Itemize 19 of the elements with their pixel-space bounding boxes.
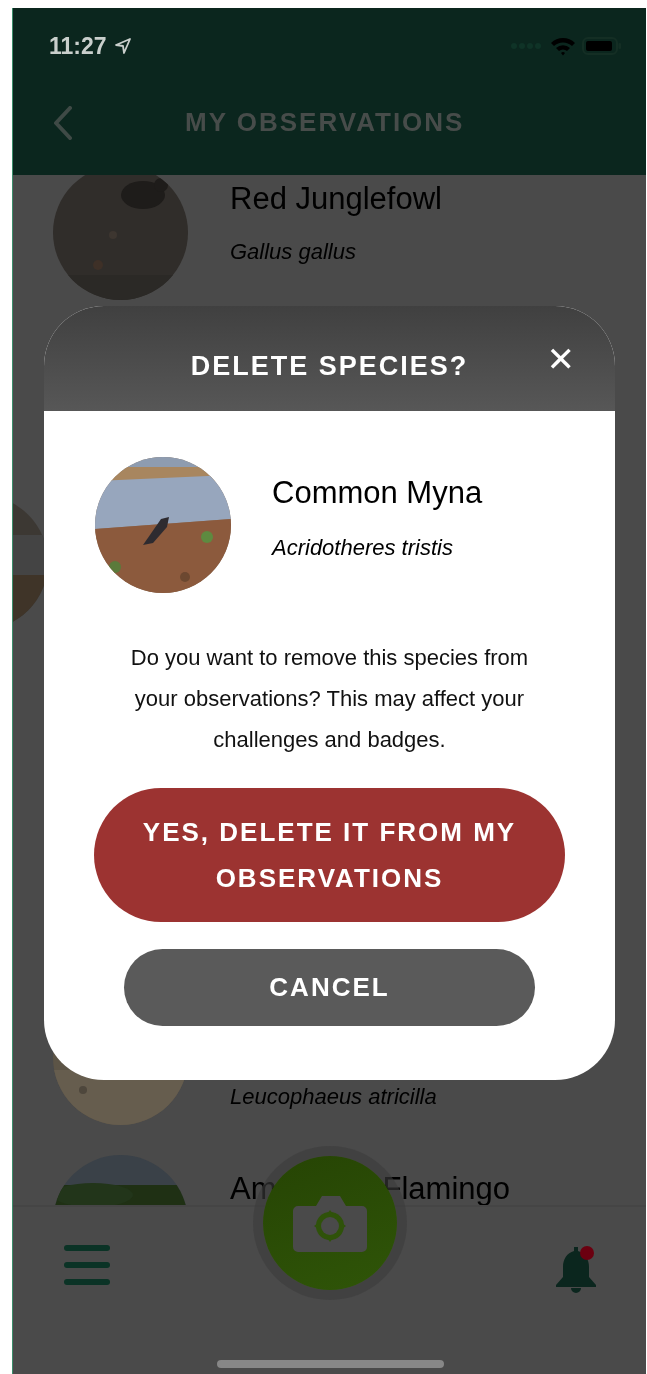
species-name: Flamingo bbox=[382, 1171, 510, 1205]
scientific-name: Leucophaeus atricilla bbox=[230, 1084, 437, 1110]
location-arrow-icon bbox=[114, 38, 131, 54]
scientific-name: Acridotheres tristis bbox=[272, 535, 454, 561]
dialog-title: DELETE SPECIES? bbox=[190, 351, 469, 382]
close-button[interactable]: ✕ bbox=[546, 342, 575, 376]
back-icon[interactable] bbox=[53, 105, 73, 140]
battery-icon bbox=[582, 36, 622, 56]
menu-icon[interactable] bbox=[63, 1244, 111, 1286]
scientific-name: Gallus gallus bbox=[230, 239, 357, 265]
cancel-button[interactable]: CANCEL bbox=[124, 949, 535, 1026]
screen-title: MY OBSERVATIONS bbox=[185, 107, 465, 138]
dialog-message: Do you want to remove this species from your observations? This may affect your challenges and badges. bbox=[129, 644, 530, 754]
delete-button[interactable]: YES, DELETE IT FROM MY OBSERVATIONS bbox=[94, 788, 565, 922]
wifi-icon bbox=[550, 36, 576, 56]
camera-icon bbox=[292, 1194, 368, 1252]
species-name: Red Junglefowl bbox=[230, 181, 442, 217]
species-name: Common Myna bbox=[272, 475, 483, 511]
status-time: 11:27 bbox=[49, 32, 107, 60]
